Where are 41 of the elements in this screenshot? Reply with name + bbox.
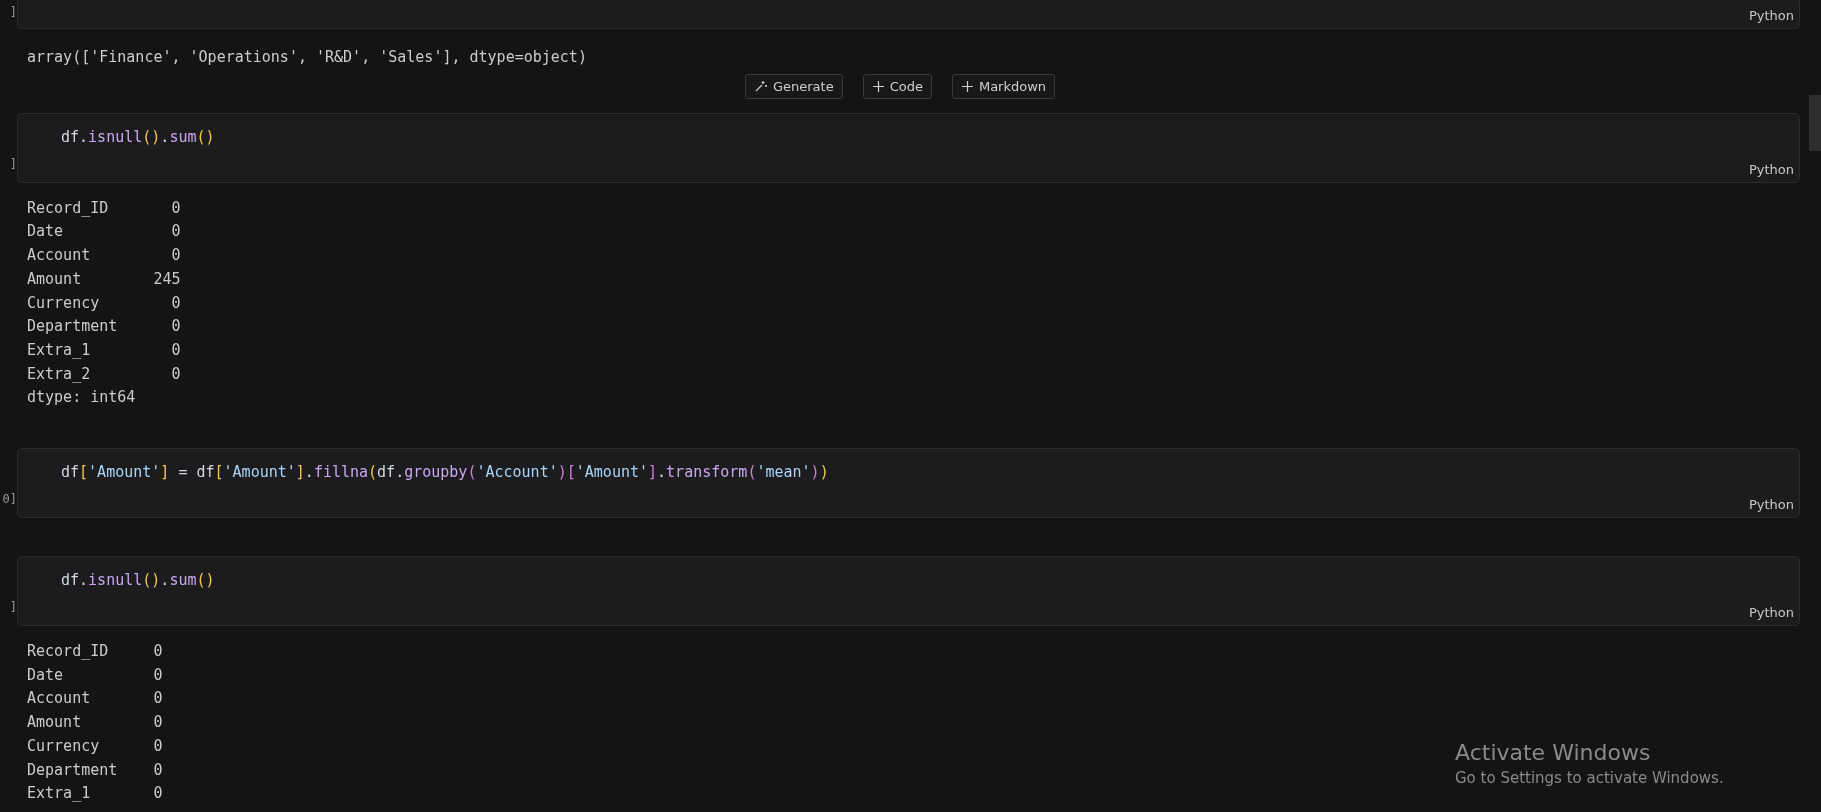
activation-message: Go to Settings to activate Windows. xyxy=(1455,769,1724,787)
scrollbar-thumb[interactable] xyxy=(1809,95,1821,151)
code-cell[interactable]: Python xyxy=(17,0,1800,29)
execution-count: ] xyxy=(8,5,17,19)
execution-count: ] xyxy=(8,600,17,615)
activation-title: Activate Windows xyxy=(1455,740,1652,765)
plus-icon xyxy=(871,79,885,93)
add-cell-button[interactable]: Generate xyxy=(744,73,843,99)
sparkle-icon xyxy=(753,79,768,94)
output-line: Amount 245 xyxy=(27,268,181,290)
code-cell[interactable]: df.isnull().sum() Python xyxy=(17,556,1800,627)
output-line: Date 0 xyxy=(27,221,181,243)
language-label[interactable]: Python xyxy=(1748,605,1794,621)
language-label[interactable]: Python xyxy=(1748,497,1794,513)
add-cell-button[interactable]: Markdown xyxy=(951,73,1056,99)
add-cell-button[interactable]: Code xyxy=(862,73,932,99)
code-cell[interactable]: df.isnull().sum() Python xyxy=(17,112,1800,183)
output-line: Account 0 xyxy=(27,688,163,710)
code-cell[interactable]: df['Amount'] = df['Amount'].fillna(df.groupby('Account')['Amount'].transform('mean')) Python xyxy=(17,448,1800,519)
code-line: df['Amount'] = df['Amount'].fillna(df.groupby('Account')['Amount'].transform('mean')) xyxy=(61,462,830,482)
output-line: Amount 0 xyxy=(27,712,163,734)
language-label[interactable]: Python xyxy=(1748,161,1794,177)
execution-count: ] xyxy=(8,156,17,171)
output-line: Record_ID 0 xyxy=(27,641,163,663)
output-line: Extra_1 0 xyxy=(27,783,163,805)
output-line: dtype: int64 xyxy=(27,387,136,409)
output-line: Extra_2 0 xyxy=(27,363,181,385)
output-line: Currency 0 xyxy=(27,292,181,314)
output-line: array(['Finance', 'Operations', 'R&D', 'Sales'], dtype=object) xyxy=(27,47,587,68)
output-line: Extra_1 0 xyxy=(27,339,181,361)
output-line: Account 0 xyxy=(27,245,181,267)
plus-icon xyxy=(960,79,974,93)
language-label[interactable]: Python xyxy=(1748,8,1794,23)
output-line: Department 0 xyxy=(27,759,163,781)
output-line: Currency 0 xyxy=(27,735,163,757)
output-line: Record_ID 0 xyxy=(27,197,181,219)
output-line: Department 0 xyxy=(27,316,181,338)
execution-count: 0] xyxy=(1,492,17,507)
output-line: Date 0 xyxy=(27,664,163,686)
code-line: df.isnull().sum() xyxy=(61,126,216,146)
code-line: df.isnull().sum() xyxy=(61,570,216,590)
